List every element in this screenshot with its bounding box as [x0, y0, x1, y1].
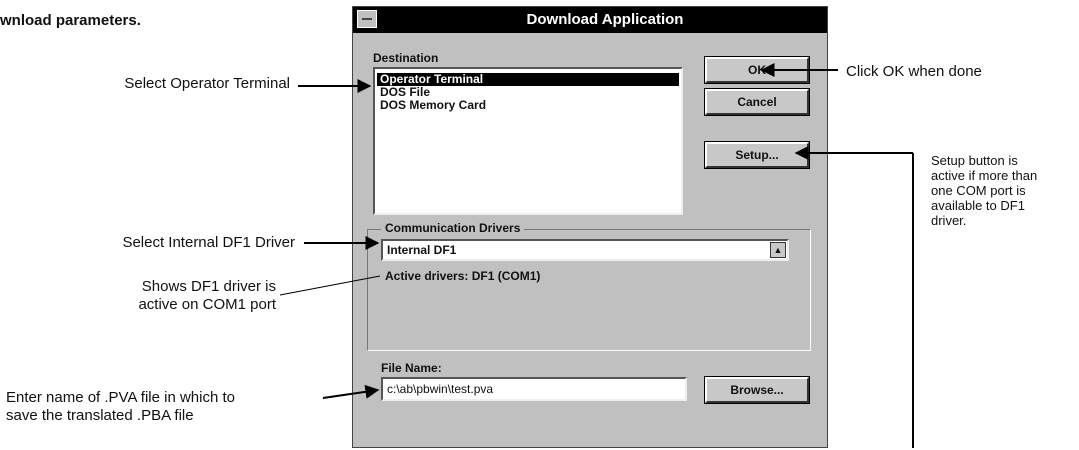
callout-lines: [279, 63, 914, 448]
line-shows-driver: [279, 275, 381, 296]
arrow-enter-name: [322, 384, 380, 399]
